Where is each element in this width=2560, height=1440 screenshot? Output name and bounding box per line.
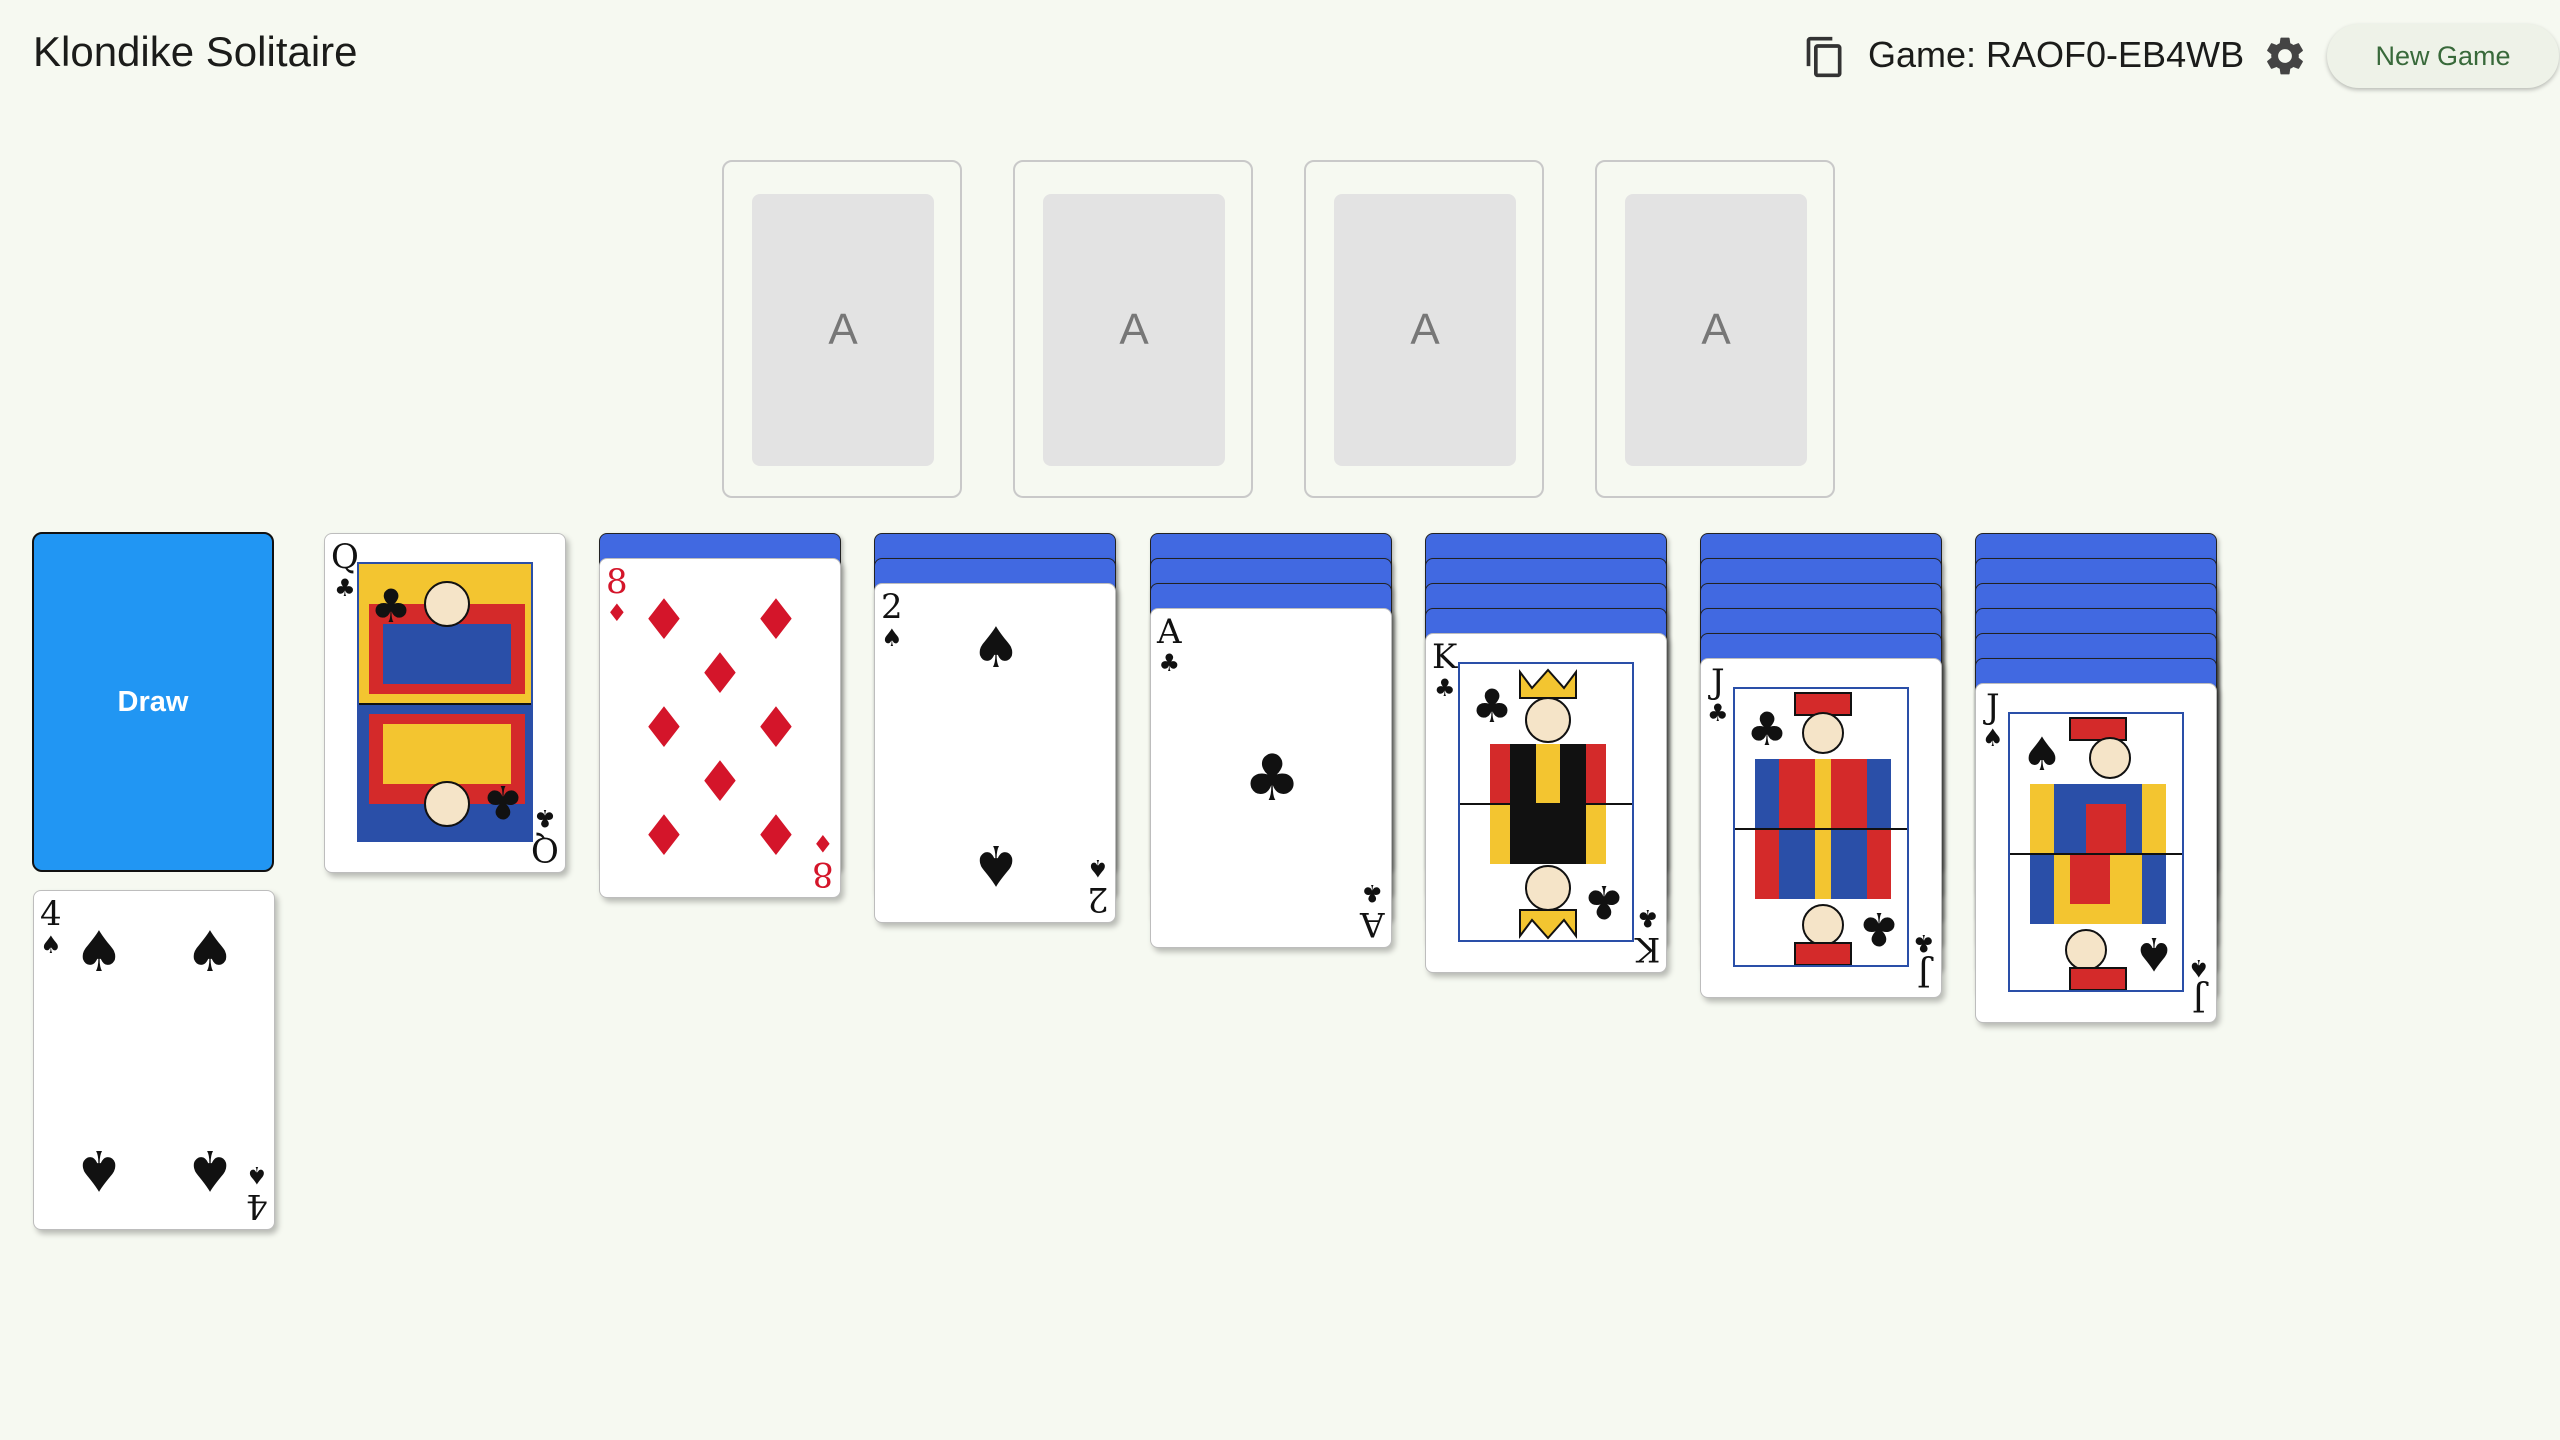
new-game-button[interactable]: New Game	[2327, 24, 2559, 88]
copy-icon[interactable]	[1803, 34, 1847, 80]
suit-pip: ♠	[184, 1137, 236, 1202]
suit-pip: ♠	[73, 920, 125, 985]
suit-pip: ♦	[694, 642, 746, 707]
suit-pip: ♣	[370, 579, 412, 633]
card-corner-top: 8 ♦	[606, 562, 628, 627]
card-corner-bottom: 4 ♠	[246, 1161, 268, 1226]
suit-pip: ♦	[638, 696, 690, 761]
foundation-pile-2[interactable]: A	[1013, 160, 1253, 498]
settings-button[interactable]	[2262, 33, 2308, 79]
suit-pip: ♠	[184, 920, 236, 985]
suit-pip: ♠	[970, 616, 1022, 681]
foundation-pile-4[interactable]: A	[1595, 160, 1835, 498]
card-corner-top: J ♣	[1707, 662, 1729, 727]
suit-pip: ♦	[638, 804, 690, 869]
card-corner-bottom: J ♣	[1913, 929, 1935, 994]
suit-pip: ♣	[1583, 875, 1625, 929]
suit-pip: ♣	[1746, 702, 1788, 756]
suit-pip: ♦	[694, 750, 746, 815]
card-corner-top: A ♣	[1157, 612, 1182, 677]
jack-face-art: ♣ ♣	[1733, 687, 1909, 967]
suit-pip: ♦	[750, 804, 802, 869]
stock-draw-button[interactable]: Draw	[32, 532, 274, 872]
foundation-placeholder: A	[1334, 194, 1516, 466]
card-corner-bottom: K ♣	[1634, 904, 1660, 969]
tableau-5-top-card[interactable]: K ♣ ♣ ♣ K ♣	[1425, 633, 1667, 973]
card-corner-top: 4 ♠	[40, 894, 62, 959]
suit-pip: ♣	[482, 775, 524, 829]
foundation-placeholder: A	[1625, 194, 1807, 466]
queen-face-art: ♣ ♣	[357, 562, 533, 842]
card-corner-top: 2 ♠	[881, 587, 903, 652]
gear-icon	[2267, 37, 2303, 75]
suit-pip: ♠	[2021, 727, 2063, 781]
card-corner-top: Q ♣	[331, 537, 359, 602]
tableau-1-top-card[interactable]: Q ♣ ♣ ♣ Q ♣	[324, 533, 566, 873]
suit-pip: ♦	[750, 588, 802, 653]
foundation-placeholder: A	[1043, 194, 1225, 466]
tableau-3-top-card[interactable]: 2 ♠ ♠ ♠ 2 ♠	[874, 583, 1116, 923]
app-title: Klondike Solitaire	[33, 28, 358, 75]
tableau-4-top-card[interactable]: A ♣ ♣ A ♣	[1150, 608, 1392, 948]
app-header: Klondike Solitaire Game: RAOF0-EB4WB New…	[0, 0, 2560, 110]
tableau-2-top-card[interactable]: 8 ♦ ♦ ♦ ♦ ♦ ♦ ♦ ♦ ♦ 8 ♦	[599, 558, 841, 898]
suit-pip: ♣	[1243, 742, 1301, 816]
tableau-6-top-card[interactable]: J ♣ ♣ ♣ J ♣	[1700, 658, 1942, 998]
king-face-art: ♣ ♣	[1458, 662, 1634, 942]
foundation-pile-3[interactable]: A	[1304, 160, 1544, 498]
card-corner-top: K ♣	[1432, 637, 1458, 702]
card-corner-bottom: 2 ♠	[1087, 854, 1109, 919]
card-corner-bottom: Q ♣	[531, 804, 559, 869]
jack-face-art: ♠ ♠	[2008, 712, 2184, 992]
foundation-pile-1[interactable]: A	[722, 160, 962, 498]
tableau-7-top-card[interactable]: J ♠ ♠ ♠ J ♠	[1975, 683, 2217, 1023]
card-corner-bottom: 8 ♦	[812, 829, 834, 894]
waste-card[interactable]: 4 ♠ ♠ ♠ ♠ ♠ 4 ♠	[33, 890, 275, 1230]
suit-pip: ♣	[1471, 679, 1513, 733]
suit-pip: ♠	[2133, 927, 2175, 981]
card-corner-bottom: J ♠	[2188, 954, 2210, 1019]
suit-pip: ♦	[750, 696, 802, 761]
foundation-placeholder: A	[752, 194, 934, 466]
suit-pip: ♣	[1858, 902, 1900, 956]
card-corner-bottom: A ♣	[1360, 879, 1385, 944]
game-id-label: Game: RAOF0-EB4WB	[1868, 34, 2245, 75]
card-corner-top: J ♠	[1982, 687, 2004, 752]
suit-pip: ♠	[73, 1137, 125, 1202]
suit-pip: ♦	[638, 588, 690, 653]
suit-pip: ♠	[970, 832, 1022, 897]
